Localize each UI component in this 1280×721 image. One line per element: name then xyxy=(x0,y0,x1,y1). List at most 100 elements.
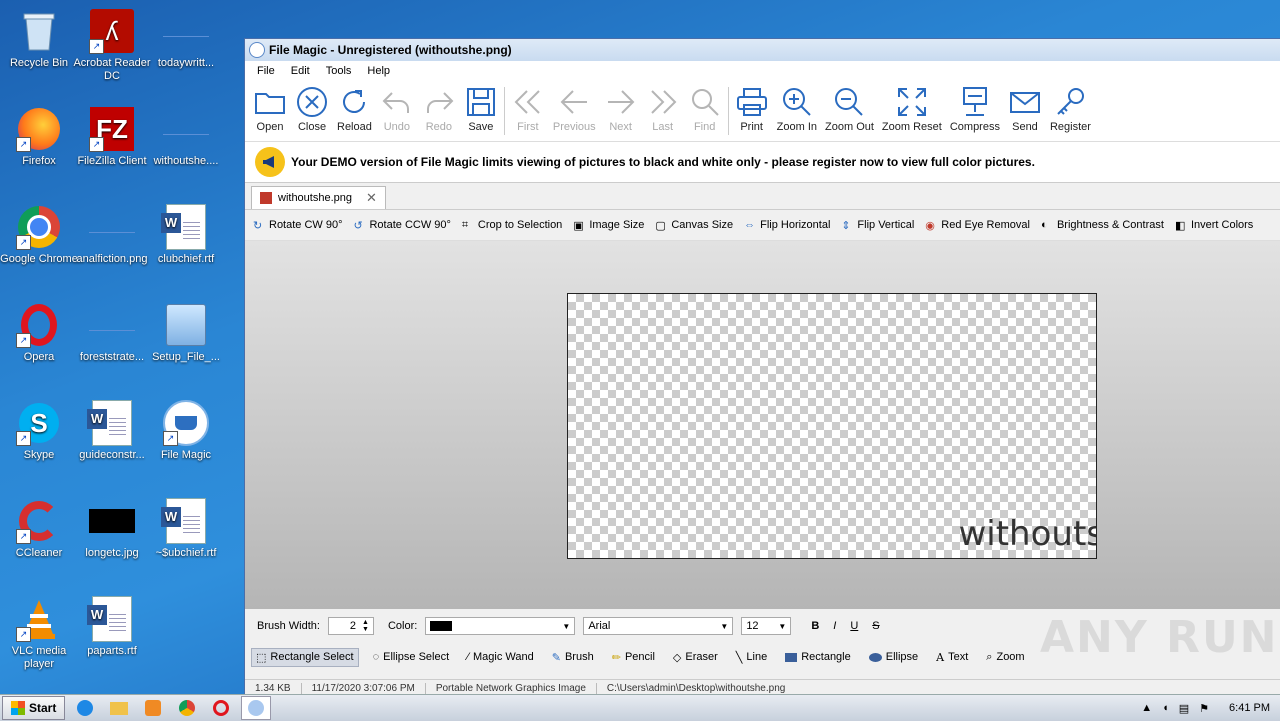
reload-button[interactable]: Reload xyxy=(333,81,376,133)
desktop-icon-withoutshe[interactable]: withoutshe.... xyxy=(147,106,225,168)
image-canvas-area[interactable]: withouts xyxy=(245,241,1280,609)
invert-colors-button[interactable]: ◧ Invert Colors xyxy=(1175,219,1253,232)
taskbar-explorer[interactable] xyxy=(105,697,133,719)
canvas-size-button[interactable]: ▢ Canvas Size xyxy=(655,219,733,232)
font-size-dropdown[interactable]: 12 ▼ xyxy=(741,617,792,635)
previous-button[interactable]: Previous xyxy=(549,81,600,133)
save-button[interactable]: Save xyxy=(460,81,502,133)
font-dropdown[interactable]: Arial ▼ xyxy=(583,617,734,635)
blank-file-icon xyxy=(163,8,209,54)
desktop-icon-skype[interactable]: S ↗ Skype xyxy=(0,400,78,462)
tray-expand-icon[interactable]: ▲ xyxy=(1141,702,1152,714)
undo-button[interactable]: Undo xyxy=(376,81,418,133)
flag-icon[interactable]: ⚑ xyxy=(1199,702,1209,715)
status-file-path: C:\Users\admin\Desktop\withoutshe.png xyxy=(606,682,786,694)
desktop-icon-setup-file[interactable]: Setup_File_... xyxy=(147,302,225,364)
close-button[interactable]: Close xyxy=(291,81,333,133)
image-text: withouts xyxy=(958,514,1097,554)
desktop-icon-paparts[interactable]: paparts.rtf xyxy=(73,596,151,658)
desktop-icon-file-magic[interactable]: ↗ File Magic xyxy=(147,400,225,462)
red-eye-removal-button[interactable]: ◉ Red Eye Removal xyxy=(925,219,1030,232)
word-document-icon xyxy=(161,498,209,544)
flip-horizontal-button[interactable]: ⇔ Flip Horizontal xyxy=(744,219,830,231)
next-button[interactable]: Next xyxy=(600,81,642,133)
desktop-icon-guideconstr[interactable]: guideconstr... xyxy=(73,400,151,462)
brush-tool[interactable]: ✎ Brush xyxy=(548,649,598,666)
desktop-icon-todaywritt[interactable]: todaywritt... xyxy=(147,8,225,70)
open-button[interactable]: Open xyxy=(249,81,291,133)
rotate-ccw-button[interactable]: ↺ Rotate CCW 90° xyxy=(353,219,450,232)
bold-button[interactable]: B xyxy=(811,620,819,632)
zoom-in-button[interactable]: Zoom In xyxy=(773,81,821,133)
menu-file[interactable]: File xyxy=(249,65,283,77)
menu-help[interactable]: Help xyxy=(359,65,398,77)
flip-vertical-button[interactable]: ⇕ Flip Vertical xyxy=(841,219,914,232)
desktop-icon-analfiction[interactable]: analfiction.png xyxy=(73,204,151,266)
close-circle-icon xyxy=(297,87,327,117)
close-tab-icon[interactable]: ✕ xyxy=(366,190,377,206)
last-button[interactable]: Last xyxy=(642,81,684,133)
register-button[interactable]: Register xyxy=(1046,81,1095,133)
brightness-contrast-button[interactable]: ◐ Brightness & Contrast xyxy=(1041,219,1164,231)
menu-edit[interactable]: Edit xyxy=(283,65,318,77)
text-tool[interactable]: A Text xyxy=(932,649,972,666)
demo-banner[interactable]: Your DEMO version of File Magic limits v… xyxy=(245,142,1280,183)
send-button[interactable]: Send xyxy=(1004,81,1046,133)
print-button[interactable]: Print xyxy=(731,81,773,133)
rectangle-select-tool[interactable]: ⬚ Rectangle Select xyxy=(251,647,359,667)
desktop-icon-firefox[interactable]: ↗ Firefox xyxy=(0,106,78,168)
find-icon xyxy=(691,89,719,116)
desktop-icon-acrobat[interactable]: ʎ ↗ Acrobat Reader DC xyxy=(73,8,151,83)
desktop-icon-recycle-bin[interactable]: Recycle Bin xyxy=(0,8,78,70)
brush-width-spinner[interactable]: 2 ▲ ▼ xyxy=(327,617,374,635)
underline-button[interactable]: U xyxy=(850,620,858,632)
color-dropdown[interactable]: ▼ xyxy=(425,617,576,635)
desktop-icon-chrome[interactable]: ↗ Google Chrome xyxy=(0,204,78,266)
crop-to-selection-button[interactable]: ⌗ Crop to Selection xyxy=(462,219,562,231)
clock[interactable]: 6:41 PM xyxy=(1229,702,1270,714)
desktop-icon-ubchief[interactable]: ~$ubchief.rtf xyxy=(147,498,225,560)
zoom-reset-button[interactable]: Zoom Reset xyxy=(878,81,946,133)
vlc-icon: ↗ xyxy=(16,596,62,642)
taskbar-file-magic[interactable] xyxy=(241,696,272,720)
taskbar-opera[interactable] xyxy=(207,697,235,719)
find-button[interactable]: Find xyxy=(684,81,726,133)
desktop-icon-foreststrate[interactable]: foreststrate... xyxy=(73,302,151,364)
desktop-icon-clubchief[interactable]: clubchief.rtf xyxy=(147,204,225,266)
image-preview[interactable]: withouts xyxy=(567,293,1097,559)
desktop-icon-filezilla[interactable]: FZ ↗ FileZilla Client xyxy=(73,106,151,168)
ellipse-tool[interactable]: Ellipse xyxy=(865,649,922,665)
zoom-out-button[interactable]: Zoom Out xyxy=(821,81,878,133)
rotate-cw-button[interactable]: ↻ Rotate CW 90° xyxy=(253,219,342,232)
title-bar[interactable]: File Magic - Unregistered (withoutshe.pn… xyxy=(245,39,1280,61)
menu-tools[interactable]: Tools xyxy=(318,65,360,77)
magic-wand-tool[interactable]: ⁄ Magic Wand xyxy=(463,649,538,665)
rotate-ccw-icon: ↺ xyxy=(353,220,363,232)
desktop-icon-longetc[interactable]: longetc.jpg xyxy=(73,498,151,560)
strikethrough-button[interactable]: S xyxy=(872,620,879,632)
taskbar-ie[interactable] xyxy=(71,697,99,719)
pencil-tool[interactable]: ✏ Pencil xyxy=(608,649,659,666)
redo-button[interactable]: Redo xyxy=(418,81,460,133)
rectangle-tool[interactable]: Rectangle xyxy=(781,649,855,665)
spinner-arrows-icon[interactable]: ▲ ▼ xyxy=(362,619,369,633)
italic-button[interactable]: I xyxy=(833,620,836,632)
desktop-icon-vlc[interactable]: ↗ VLC media player xyxy=(0,596,78,671)
eraser-tool[interactable]: ◇ Eraser xyxy=(669,649,722,666)
desktop-icon-opera[interactable]: ↗ Opera xyxy=(0,302,78,364)
taskbar-chrome[interactable] xyxy=(173,697,201,719)
compress-button[interactable]: Compress xyxy=(946,81,1004,133)
network-icon[interactable]: ▤ xyxy=(1179,702,1189,715)
undo-icon xyxy=(382,92,409,113)
desktop-icon-ccleaner[interactable]: ↗ CCleaner xyxy=(0,498,78,560)
tab-withoutshe[interactable]: withoutshe.png ✕ xyxy=(251,186,386,209)
line-tool[interactable]: ╲ Line xyxy=(732,649,771,666)
image-size-button[interactable]: ▣ Image Size xyxy=(573,219,644,232)
start-button[interactable]: Start xyxy=(2,696,66,720)
first-button[interactable]: First xyxy=(507,81,549,133)
zoom-tool[interactable]: ⌕ Zoom xyxy=(982,649,1028,666)
chevron-down-icon: ▼ xyxy=(562,621,571,631)
taskbar-media-player[interactable] xyxy=(139,697,167,719)
speaker-icon[interactable]: ◖ xyxy=(1162,702,1169,714)
ellipse-select-tool[interactable]: ◌ Ellipse Select xyxy=(369,649,454,665)
